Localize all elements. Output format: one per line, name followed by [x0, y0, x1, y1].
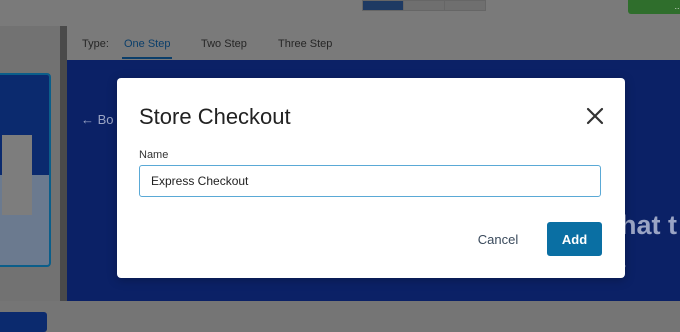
arrow-left-icon: ← [81, 112, 94, 127]
name-label: Name [139, 149, 169, 161]
dialog-title: Store Checkout [139, 104, 291, 129]
back-link[interactable]: ← Bo [81, 112, 114, 127]
template-thumbnail[interactable] [0, 73, 51, 267]
cancel-button[interactable]: Cancel [463, 222, 533, 256]
tab-three-step[interactable]: Three Step [278, 38, 332, 50]
tab-one-step[interactable]: One Step [124, 38, 170, 50]
type-tabs-bar: Type: One Step Two Step Three Step [67, 26, 680, 60]
mobile-view-button[interactable] [444, 0, 486, 11]
close-icon [586, 107, 604, 125]
hero-heading: hat t [620, 210, 677, 240]
add-button[interactable]: Add [547, 222, 602, 256]
tablet-view-button[interactable] [403, 0, 445, 11]
thumbnail-card [2, 135, 32, 215]
back-link-label: Bo [97, 112, 114, 127]
name-field[interactable] [139, 165, 601, 197]
type-label: Type: [82, 38, 109, 50]
templates-sidebar [0, 26, 60, 332]
publish-button[interactable]: ... [628, 0, 680, 14]
close-button[interactable] [584, 105, 606, 127]
sidebar-divider[interactable] [60, 26, 67, 301]
store-checkout-dialog: Store Checkout Name Cancel Add [117, 78, 625, 278]
desktop-view-button[interactable] [362, 0, 404, 11]
top-toolbar: ... [0, 0, 680, 26]
template-thumbnail[interactable] [0, 312, 47, 332]
active-tab-indicator [122, 57, 172, 59]
tab-two-step[interactable]: Two Step [201, 38, 247, 50]
